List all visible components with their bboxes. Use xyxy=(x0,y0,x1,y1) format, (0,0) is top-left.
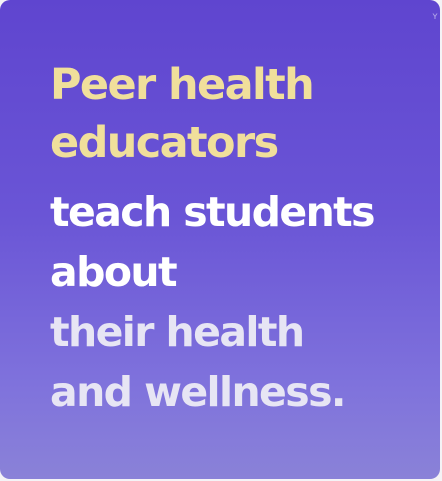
body-line-1: teach students xyxy=(50,188,376,236)
slide-text: Peer health educators teach students abo… xyxy=(50,56,430,422)
body-line-2: about xyxy=(50,248,178,296)
edge-mark-icon: ʏ xyxy=(432,11,439,22)
body-line-3: their health xyxy=(50,308,305,356)
headline-line-2: educators xyxy=(50,118,279,168)
body-line-4: and wellness. xyxy=(50,368,346,416)
headline-line-1: Peer health xyxy=(50,60,315,110)
slide-card: ʏ Peer health educators teach students a… xyxy=(0,0,440,479)
